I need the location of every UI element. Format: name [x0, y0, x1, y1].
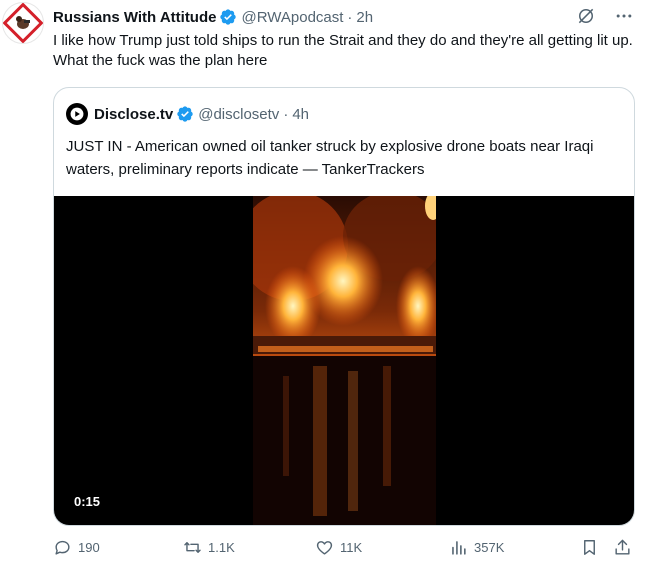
like-count: 11K [340, 540, 363, 555]
quote-separator-dot: · [283, 105, 289, 123]
grok-icon[interactable] [576, 6, 596, 26]
bookmark-button[interactable] [580, 538, 599, 557]
tweet-time[interactable]: 2h [356, 9, 373, 26]
view-count: 357K [474, 540, 505, 555]
separator-dot: · [347, 8, 353, 26]
tweet-text: I like how Trump just told ships to run … [53, 32, 633, 69]
heart-icon [316, 541, 333, 555]
verified-badge-icon [220, 9, 237, 25]
analytics-bars-icon [452, 541, 466, 555]
quoted-tweet[interactable]: Disclose.tv @disclosetv · 4h JUST IN - A… [53, 87, 635, 526]
repost-button[interactable]: 1.1K [183, 538, 235, 557]
like-button[interactable]: 11K [315, 538, 362, 557]
views-button[interactable]: 357K [449, 538, 504, 557]
quote-author-name[interactable]: Disclose.tv [94, 106, 173, 123]
video-player[interactable]: 0:15 [54, 196, 634, 525]
quote-text: JUST IN - American owned oil tanker stru… [66, 138, 594, 178]
repost-icon [184, 542, 201, 553]
bookmark-icon [584, 540, 595, 555]
reply-count: 190 [78, 540, 100, 555]
quote-verified-badge-icon [177, 106, 193, 122]
author-handle[interactable]: @RWApodcast [241, 9, 343, 26]
quote-header: Disclose.tv @disclosetv · 4h [66, 103, 309, 125]
share-icon [615, 539, 630, 555]
more-options-icon[interactable] [614, 6, 634, 26]
play-logo-icon [70, 107, 84, 121]
quote-time[interactable]: 4h [292, 106, 309, 123]
quote-author-avatar[interactable] [66, 103, 88, 125]
header-actions [576, 6, 634, 26]
reply-icon [55, 540, 70, 555]
video-duration: 0:15 [68, 492, 107, 511]
author-name[interactable]: Russians With Attitude [53, 9, 216, 26]
repost-count: 1.1K [208, 540, 235, 555]
author-avatar[interactable] [2, 2, 44, 44]
share-button[interactable] [613, 538, 632, 557]
avatar-logo-icon [3, 3, 43, 43]
reply-button[interactable]: 190 [53, 538, 100, 557]
quote-author-handle[interactable]: @disclosetv [198, 106, 279, 123]
action-bar: 190 1.1K 11K 357K [53, 538, 638, 560]
video-frame-burning-tanker [253, 196, 436, 525]
tweet-header: Russians With Attitude @RWApodcast · 2h [53, 6, 634, 28]
